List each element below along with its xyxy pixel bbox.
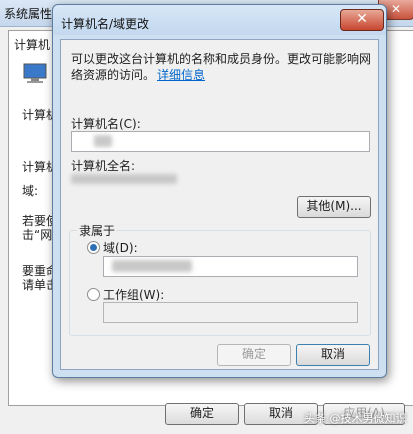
dialog-cancel-button[interactable]: 取消: [296, 344, 370, 366]
watermark: 头条 @技术男微知识: [304, 412, 407, 425]
description-line-2: 络资源的访问。: [71, 68, 156, 82]
computer-icon: [23, 63, 47, 83]
description-line-1: 可以更改这台计算机的名称和成员身份。更改可能影响网: [71, 52, 372, 66]
redacted-domain: [112, 260, 192, 272]
tab-computer-name[interactable]: 计算机: [14, 36, 50, 53]
bg-fragment-5: 击“网: [22, 228, 53, 242]
dialog-close-button[interactable]: ✕: [340, 9, 384, 31]
workgroup-label: 工作组(W):: [103, 288, 165, 302]
system-properties-title: 系统属性: [4, 7, 53, 21]
computer-name-label: 计算机名(C):: [71, 117, 141, 131]
computer-name-input[interactable]: [71, 131, 370, 152]
redacted-computer-name: [94, 135, 112, 147]
dialog-title: 计算机名/域更改: [61, 17, 150, 31]
bg-fragment-3: 域:: [22, 184, 39, 198]
member-of-label: 隶属于: [77, 222, 118, 239]
domain-input[interactable]: [103, 256, 358, 277]
dialog-titlebar: 计算机名/域更改: [53, 5, 386, 35]
system-properties-ok-button[interactable]: 确定: [165, 403, 239, 425]
computer-name-dialog: 计算机名/域更改 ✕ 可以更改这台计算机的名称和成员身份。更改可能影响网 络资源…: [52, 4, 387, 378]
dialog-ok-button[interactable]: 确定: [217, 344, 291, 366]
workgroup-radio[interactable]: [87, 288, 100, 301]
redacted-full-name: [71, 174, 177, 184]
details-link[interactable]: 详细信息: [157, 66, 205, 83]
dialog-body: 可以更改这台计算机的名称和成员身份。更改可能影响网 络资源的访问。 详细信息 计…: [60, 39, 379, 370]
domain-radio[interactable]: [87, 241, 100, 254]
domain-label: 域(D):: [103, 241, 138, 255]
full-name-label: 计算机全名:: [71, 159, 136, 173]
more-button[interactable]: 其他(M)...: [297, 196, 371, 218]
workgroup-input[interactable]: [103, 302, 358, 323]
